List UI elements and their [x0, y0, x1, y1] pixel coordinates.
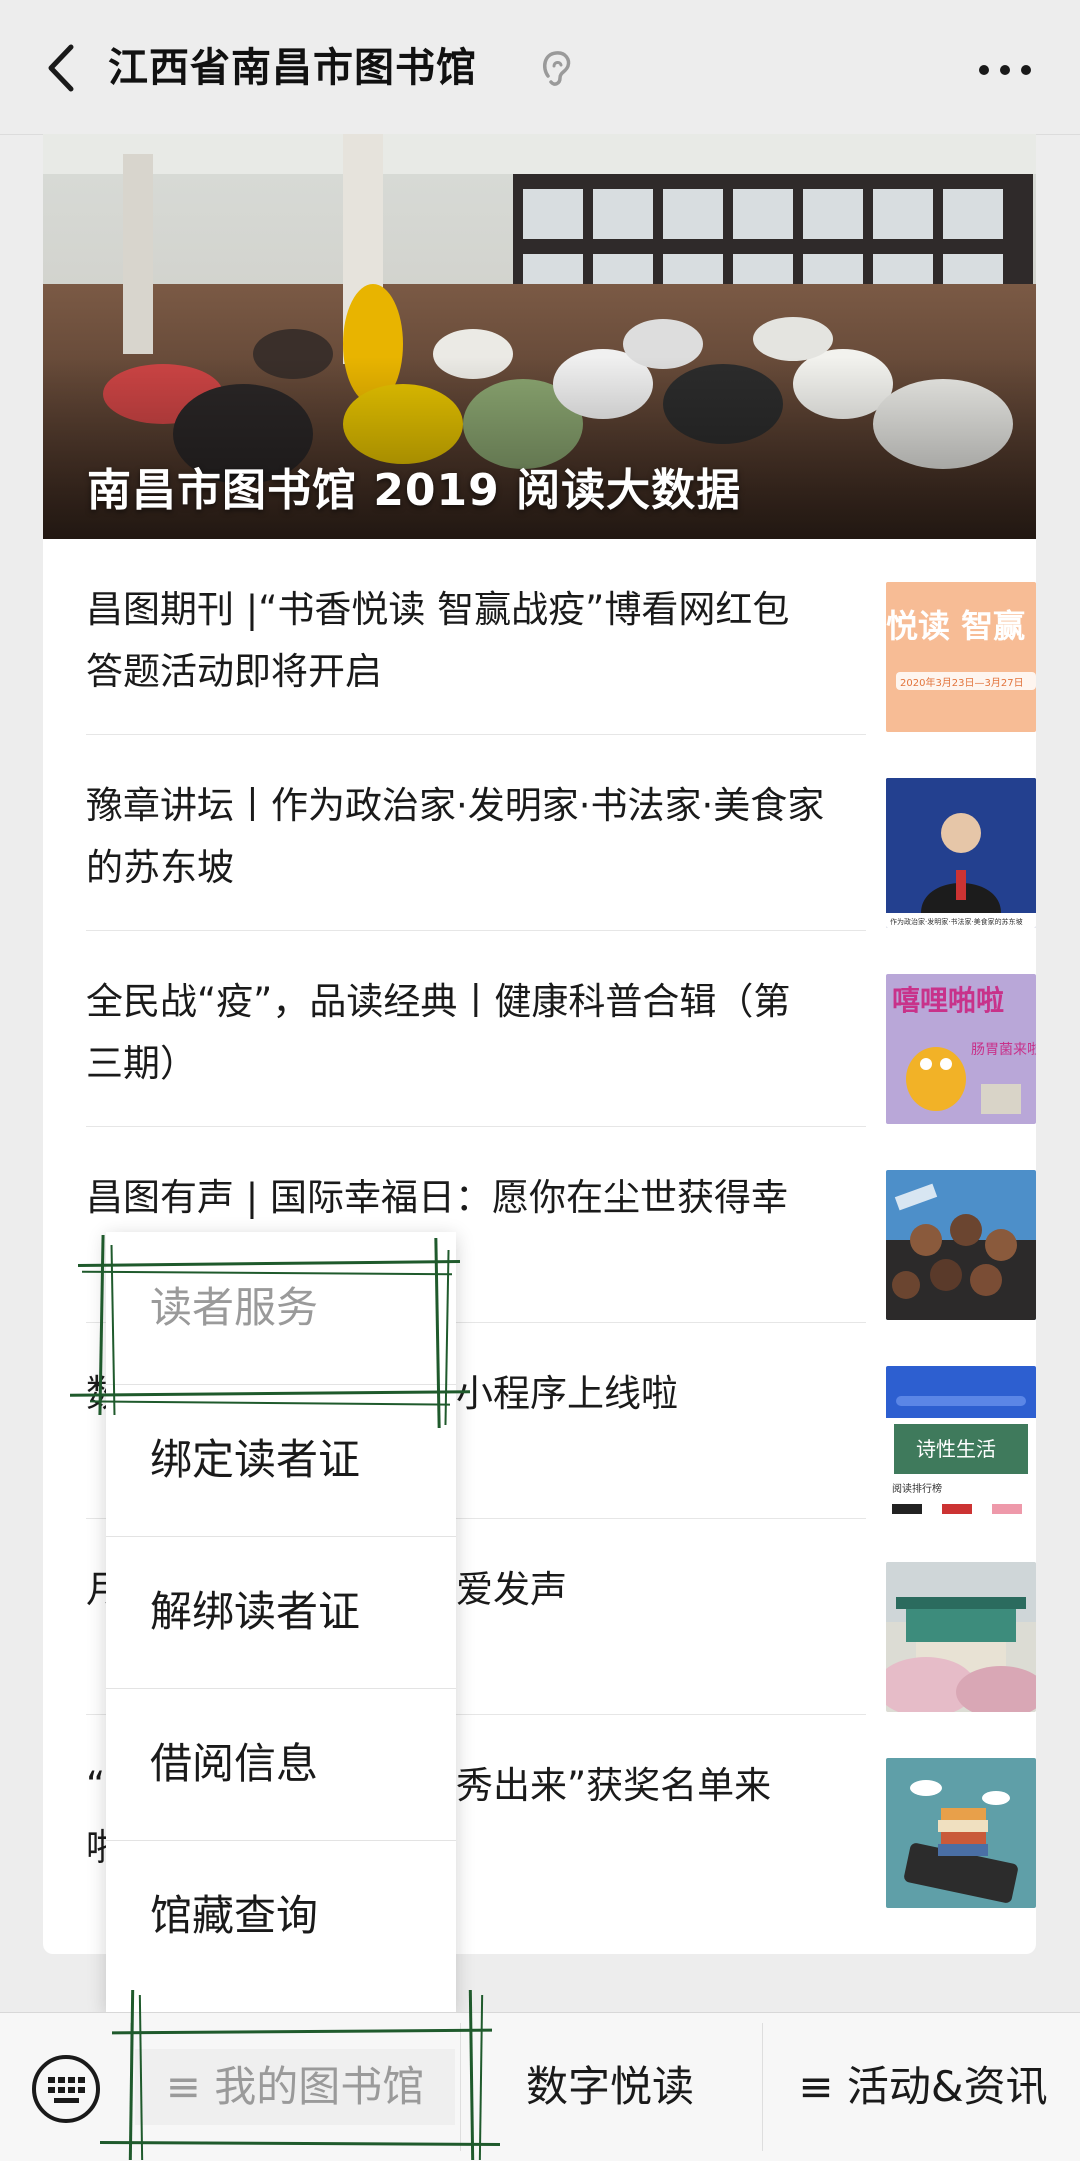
article-thumbnail	[886, 1562, 1036, 1712]
thumb-caption: 作为政治家·发明家·书法家·美食家的苏东坡	[890, 917, 1023, 926]
article-title: 昌图有声 | 国际幸福日：愿你在尘世获得幸	[86, 1176, 788, 1219]
article-thumbnail: 悦读 智赢 2020年3月23日—3月27日	[886, 582, 1036, 732]
separator	[762, 2023, 763, 2151]
article-item[interactable]: 豫章讲坛丨作为政治家·发明家·书法家·美食家的苏东坡 作为政治家·发明家·书法家…	[86, 735, 1036, 931]
more-button[interactable]	[970, 40, 1040, 100]
menu-item-bind-card[interactable]: 绑定读者证	[106, 1384, 456, 1537]
menu-item-unbind-card[interactable]: 解绑读者证	[106, 1536, 456, 1689]
article-title: 昌图期刊 |“书香悦读 智赢战疫”博看网红包答题活动即将开启	[86, 588, 790, 693]
tab-digital-reading[interactable]: 数字悦读	[465, 2049, 755, 2125]
reader-service-menu: 读者服务 绑定读者证 解绑读者证 借阅信息 馆藏查询	[106, 1232, 456, 2012]
article-item[interactable]: 全民战“疫”，品读经典丨健康科普合辑（第三期） 嘻哩啪啦 肠胃菌来啦	[86, 931, 1036, 1127]
tab-activities-news[interactable]: ≡ 活动&资讯	[766, 2049, 1080, 2125]
thumb-text: 诗性生活	[916, 1437, 996, 1461]
article-thumbnail: 作为政治家·发明家·书法家·美食家的苏东坡	[886, 778, 1036, 928]
page-title: 江西省南昌市图书馆	[108, 45, 477, 91]
separator	[460, 2023, 461, 2151]
thumb-caption: 阅读排行榜	[892, 1482, 942, 1495]
menu-header: 读者服务	[106, 1232, 456, 1385]
article-thumbnail: 诗性生活 阅读排行榜	[886, 1366, 1036, 1516]
menu-item-borrow-info[interactable]: 借阅信息	[106, 1688, 456, 1841]
thumb-text: 嘻哩啪啦	[892, 984, 1004, 1017]
hero-title: 南昌市图书馆 2019 阅读大数据	[87, 465, 742, 516]
hero-banner[interactable]: 南昌市图书馆 2019 阅读大数据	[43, 134, 1036, 539]
thumb-text: 悦读 智赢	[886, 607, 1025, 645]
keyboard-icon[interactable]	[30, 2053, 102, 2125]
ear-icon[interactable]	[538, 48, 574, 88]
article-thumbnail	[886, 1170, 1036, 1320]
menu-item-label: 借阅信息	[150, 1739, 319, 1788]
article-title: 全民战“疫”，品读经典丨健康科普合辑（第三期）	[86, 980, 791, 1085]
nav-header: 江西省南昌市图书馆	[0, 0, 1080, 135]
more-dots-icon	[979, 65, 1031, 75]
thumb-subtext: 2020年3月23日—3月27日	[900, 676, 1024, 689]
menu-item-label: 绑定读者证	[150, 1435, 361, 1484]
chevron-left-icon	[48, 44, 74, 92]
article-thumbnail: 嘻哩啪啦 肠胃菌来啦	[886, 974, 1036, 1124]
article-title: 豫章讲坛丨作为政治家·发明家·书法家·美食家的苏东坡	[86, 784, 825, 889]
menu-item-label: 馆藏查询	[150, 1891, 319, 1940]
back-button[interactable]	[30, 38, 90, 98]
article-thumbnail	[886, 1758, 1036, 1908]
tab-my-library[interactable]: ≡ 我的图书馆	[135, 2049, 455, 2125]
thumb-subtext: 肠胃菌来啦	[971, 1041, 1036, 1058]
menu-item-label: 解绑读者证	[150, 1587, 361, 1636]
article-item[interactable]: 昌图期刊 |“书香悦读 智赢战疫”博看网红包答题活动即将开启 悦读 智赢 202…	[86, 539, 1036, 735]
bottom-menu-bar: ≡ 我的图书馆 数字悦读 ≡ 活动&资讯	[0, 2012, 1080, 2161]
menu-item-collection-search[interactable]: 馆藏查询	[106, 1840, 456, 1992]
menu-header-label: 读者服务	[150, 1283, 319, 1332]
